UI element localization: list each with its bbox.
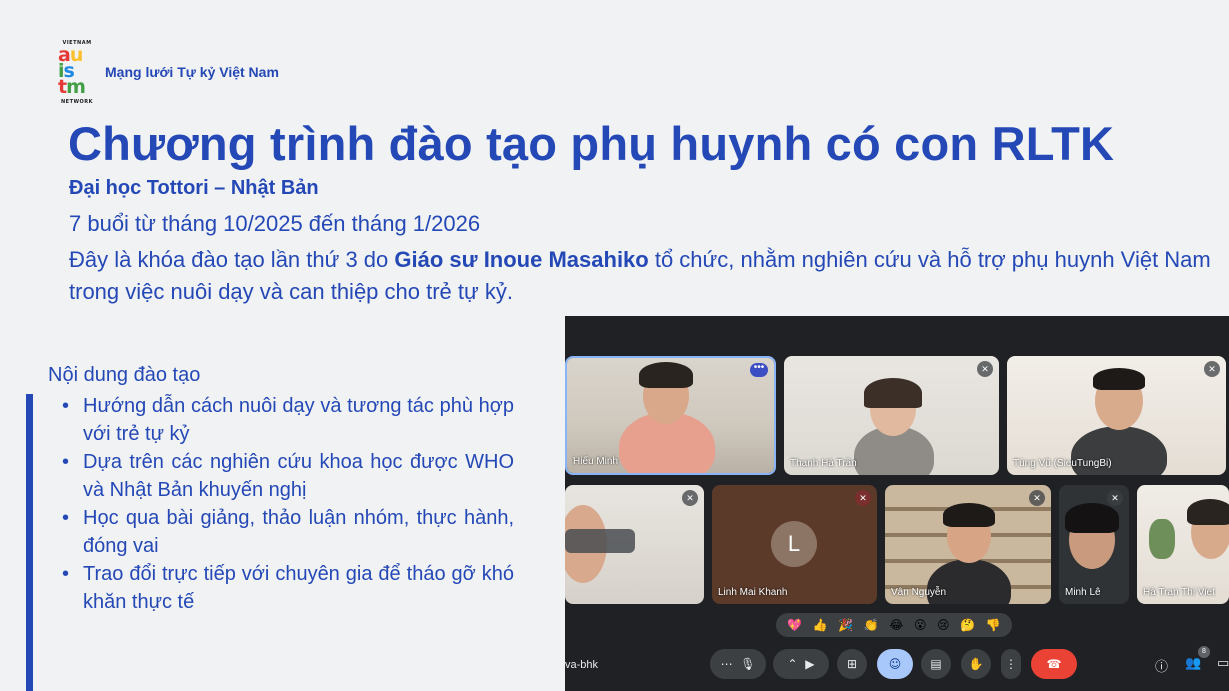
participant-hair [943,503,995,527]
list-item: Trao đổi trực tiếp với chuyên gia để thá… [62,560,514,616]
participant-name: Hiếu Minh [573,456,619,467]
present-button[interactable]: ⊞ [837,649,867,679]
participant-hair [1093,368,1145,390]
camera-icon[interactable]: ▶ [805,657,814,671]
mic-off-icon: ✕ [1107,490,1123,506]
content-list: Hướng dẫn cách nuôi dạy và tương tác phù… [62,392,514,616]
more-dots-icon[interactable]: ⋯ [721,657,733,671]
participant-tile[interactable]: ••• Hiếu Minh [565,356,776,475]
hand-icon: ✋ [968,657,984,671]
mic-off-icon: ✕ [977,361,993,377]
chevron-up-icon[interactable]: ⌃ [788,657,798,671]
participant-tile[interactable]: Hà Tran Thi Viet [1137,485,1229,604]
participant-name: Hà Tran Thi Viet [1143,587,1215,598]
reactions-button[interactable]: ☺ [877,649,913,679]
present-icon: ⊞ [846,657,858,671]
list-item: Hướng dẫn cách nuôi dạy và tương tác phù… [62,392,514,448]
participant-tile[interactable]: ✕ Tùng Vũ (SieuTungBi) [1007,356,1226,475]
participant-tile[interactable]: ✕ Thanh Hà Trần [784,356,999,475]
raise-hand-button[interactable]: ✋ [961,649,991,679]
mic-off-icon: ✕ [682,490,698,506]
list-item: Học qua bài giảng, thảo luận nhóm, thực … [62,504,514,560]
participant-name: Thanh Hà Trần [790,458,857,469]
more-options-button[interactable]: ⋮ [1001,649,1021,679]
participant-hair [639,362,693,388]
participant-tile[interactable]: ✕ [565,485,704,604]
participant-name: Minh Lê [1065,587,1101,598]
reaction-bar: 💖 👍 🎉 👏 😂 😮 😢 🤔 👎 [776,613,1012,637]
participant-name: Linh Mai Khanh [718,587,788,598]
list-item: Dựa trên các nghiên cứu khoa học được WH… [62,448,514,504]
participant-name: Tùng Vũ (SieuTungBi) [1013,458,1112,469]
participant-count-badge: 8 [1198,646,1210,658]
brand-name: Mạng lưới Tự kỷ Việt Nam [105,64,279,80]
video-call-screenshot: ••• Hiếu Minh ✕ Thanh Hà Trần ✕ Tùng Vũ … [565,316,1229,691]
mic-off-icon: ✕ [1029,490,1045,506]
participant-tile[interactable]: ✕ Vân Nguyễn [885,485,1051,604]
mic-icon[interactable]: 🎙 [740,657,755,671]
participant-tile[interactable]: L ✕ Linh Mai Khanh [712,485,877,604]
people-icon[interactable]: 👥 [1185,656,1201,671]
reaction-emoji[interactable]: 👏 [864,618,879,632]
logo-row: tm [58,76,96,98]
leave-call-button[interactable]: ☎ [1031,649,1077,679]
brand-logo: VIETNAM au is tm NETWORK [56,40,98,106]
logo-bottom-text: NETWORK [60,99,93,105]
plant-decoration [1149,519,1175,559]
logo-letters: au is tm [58,46,96,98]
reaction-emoji[interactable]: 🎉 [838,618,853,632]
logo-letter: m [66,76,86,98]
content-heading: Nội dung đào tạo [48,364,201,386]
accent-bar [26,394,33,691]
smile-icon: ☺ [888,657,902,671]
captions-button[interactable]: ▤ [921,649,951,679]
mic-off-icon: ✕ [1204,361,1220,377]
more-vert-icon: ⋮ [1005,657,1017,671]
reaction-emoji[interactable]: 😢 [937,618,950,632]
chat-icon[interactable]: ▭ [1217,656,1229,671]
desc-text: Đây là khóa đào tạo lần thứ 3 do [69,247,395,272]
overlay-controls [565,529,635,553]
mic-control-group[interactable]: ⋯ 🎙 [710,649,766,679]
reaction-emoji[interactable]: 💖 [787,618,802,632]
participant-hair [864,378,922,408]
reaction-emoji[interactable]: 👎 [986,618,1001,632]
participant-name: Vân Nguyễn [891,587,947,598]
meeting-code: va-bhk [565,659,599,671]
reaction-emoji[interactable]: 😂 [889,618,903,632]
participant-avatar: L [771,521,817,567]
slide-subtitle: Đại học Tottori – Nhật Bản [69,177,319,199]
logo-letter: t [58,76,67,98]
mic-off-icon: ✕ [855,490,871,506]
captions-icon: ▤ [930,657,942,671]
participant-hair [1187,499,1229,525]
info-icon[interactable]: ⓘ [1155,656,1168,675]
camera-control-group[interactable]: ⌃ ▶ [773,649,829,679]
reaction-emoji[interactable]: 😮 [914,618,927,632]
course-description: Đây là khóa đào tạo lần thứ 3 do Giáo sư… [69,244,1219,308]
reaction-emoji[interactable]: 🤔 [960,618,975,632]
professor-name: Giáo sư Inoue Masahiko [394,247,649,272]
course-dates: 7 buổi từ tháng 10/2025 đến tháng 1/2026 [69,211,481,236]
slide-title: Chương trình đào tạo phụ huynh có con RL… [68,117,1115,170]
more-options-icon[interactable]: ••• [750,363,768,377]
participant-hair [1065,503,1119,533]
phone-hangup-icon: ☎ [1046,657,1062,671]
reaction-emoji[interactable]: 👍 [813,618,828,632]
participant-tile[interactable]: ✕ Minh Lê [1059,485,1129,604]
